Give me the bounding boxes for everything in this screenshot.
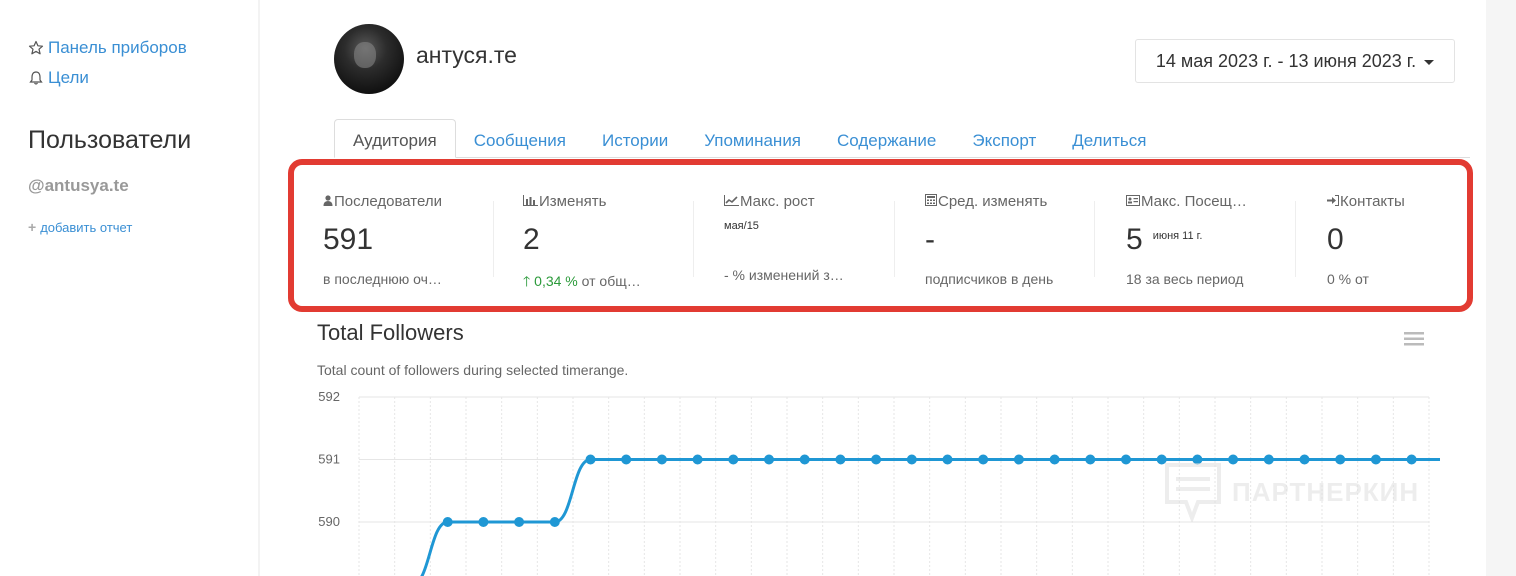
- sidebar: Панель приборов Цели Пользователи @antus…: [0, 0, 258, 576]
- users-title: Пользователи: [28, 126, 192, 154]
- right-scroll-area: [1486, 0, 1516, 576]
- caret-down-icon: [1424, 59, 1435, 65]
- stat-avg-change-sub: подписчиков в день: [925, 271, 1054, 287]
- stat-max-visits-date: июня 11 г.: [1152, 230, 1203, 242]
- watermark-text: ПАРТНЕРКИН: [1232, 476, 1420, 507]
- user-icon: [323, 193, 333, 210]
- tabs: Аудитория Сообщения Истории Упоминания С…: [334, 119, 1164, 158]
- tab-export[interactable]: Экспорт: [954, 119, 1054, 158]
- stat-separator: [493, 201, 494, 277]
- bell-icon: [28, 70, 44, 86]
- sidebar-divider: [258, 0, 260, 576]
- stat-max-visits-label: Макс. Посещ…: [1141, 193, 1247, 210]
- plus-icon: +: [28, 219, 37, 235]
- data-point: [1013, 454, 1024, 465]
- username[interactable]: @antusya.te: [28, 176, 129, 196]
- stat-separator: [1295, 201, 1296, 277]
- data-point: [978, 454, 989, 465]
- add-report-link[interactable]: + добавить отчет: [28, 219, 132, 235]
- stat-separator: [894, 201, 895, 277]
- stat-max-visits-value: 5: [1126, 223, 1143, 256]
- stat-avg-change: Сред. изменять - подписчиков в день: [925, 193, 1125, 287]
- watermark-logo-icon: [1165, 463, 1221, 522]
- tab-messages[interactable]: Сообщения: [456, 119, 584, 158]
- star-icon: [28, 40, 44, 56]
- data-point: [835, 454, 846, 465]
- stat-followers-label: Последователи: [334, 193, 442, 210]
- stats-panel: Последователи 591 в последнюю оч… Изменя…: [288, 159, 1473, 312]
- stat-change-percent: 0,34 %: [534, 273, 578, 289]
- bar-chart-icon: [523, 193, 538, 210]
- tab-stories[interactable]: Истории: [584, 119, 686, 158]
- y-tick-label: 590: [318, 514, 340, 529]
- data-point: [585, 454, 596, 465]
- stat-change-sub: от общ…: [581, 273, 641, 289]
- data-point: [549, 517, 560, 527]
- stat-max-visits-sub: 18 за весь период: [1126, 271, 1244, 287]
- partnerkin-watermark: ПАРТНЕРКИН: [1164, 462, 1419, 522]
- data-point: [692, 454, 703, 465]
- data-point: [478, 517, 489, 527]
- data-point: [442, 517, 453, 527]
- chart-subtitle: Total count of followers during selected…: [317, 362, 629, 378]
- stat-contacts-value: 0: [1327, 223, 1344, 256]
- data-point: [1049, 454, 1060, 465]
- data-point: [728, 454, 739, 465]
- data-point: [621, 454, 632, 465]
- hamburger-menu-icon[interactable]: [1404, 331, 1424, 352]
- stat-separator: [693, 201, 694, 277]
- stat-avg-change-label: Сред. изменять: [938, 193, 1048, 210]
- tab-audience[interactable]: Аудитория: [334, 119, 456, 158]
- stat-max-growth-label: Макс. рост: [740, 193, 815, 210]
- sign-in-icon: [1327, 193, 1339, 210]
- stat-change-label: Изменять: [539, 193, 607, 210]
- data-point: [1085, 454, 1096, 465]
- stat-separator: [1094, 201, 1095, 277]
- stat-contacts: Контакты 0 0 % от: [1327, 193, 1516, 287]
- data-point: [799, 454, 810, 465]
- data-point: [871, 454, 882, 465]
- profile-name: антуся.те: [416, 42, 517, 68]
- data-point: [656, 454, 667, 465]
- avatar: [334, 24, 404, 94]
- line-chart-icon: [724, 193, 739, 210]
- stat-contacts-label: Контакты: [1340, 193, 1405, 210]
- add-report-label: добавить отчет: [40, 219, 133, 235]
- data-point: [906, 454, 917, 465]
- data-point: [764, 454, 774, 465]
- sidebar-item-goals[interactable]: Цели: [28, 68, 89, 88]
- data-point: [942, 454, 953, 465]
- chart-title: Total Followers: [317, 320, 464, 345]
- stat-contacts-sub: 0 % от: [1327, 271, 1369, 287]
- calculator-icon: [925, 193, 937, 210]
- date-range-picker[interactable]: 14 мая 2023 г. - 13 июня 2023 г.: [1135, 39, 1455, 83]
- tab-mentions[interactable]: Упоминания: [686, 119, 819, 158]
- sidebar-item-dashboard-label: Панель приборов: [48, 38, 187, 57]
- y-tick-label: 592: [318, 389, 340, 404]
- date-range-label: 14 мая 2023 г. - 13 июня 2023 г.: [1155, 50, 1417, 71]
- id-card-icon: [1126, 193, 1140, 210]
- stat-avg-change-value: -: [925, 223, 935, 256]
- stat-max-visits: Макс. Посещ… 5 июня 11 г. 18 за весь пер…: [1126, 193, 1326, 287]
- tab-content[interactable]: Содержание: [819, 119, 954, 158]
- data-point: [1121, 454, 1131, 465]
- arrow-up-icon: 🡑: [523, 273, 531, 289]
- sidebar-item-goals-label: Цели: [48, 68, 89, 87]
- tab-share[interactable]: Делиться: [1054, 119, 1164, 158]
- y-tick-label: 591: [318, 452, 340, 467]
- sidebar-item-dashboard[interactable]: Панель приборов: [28, 38, 187, 58]
- data-point: [514, 517, 525, 527]
